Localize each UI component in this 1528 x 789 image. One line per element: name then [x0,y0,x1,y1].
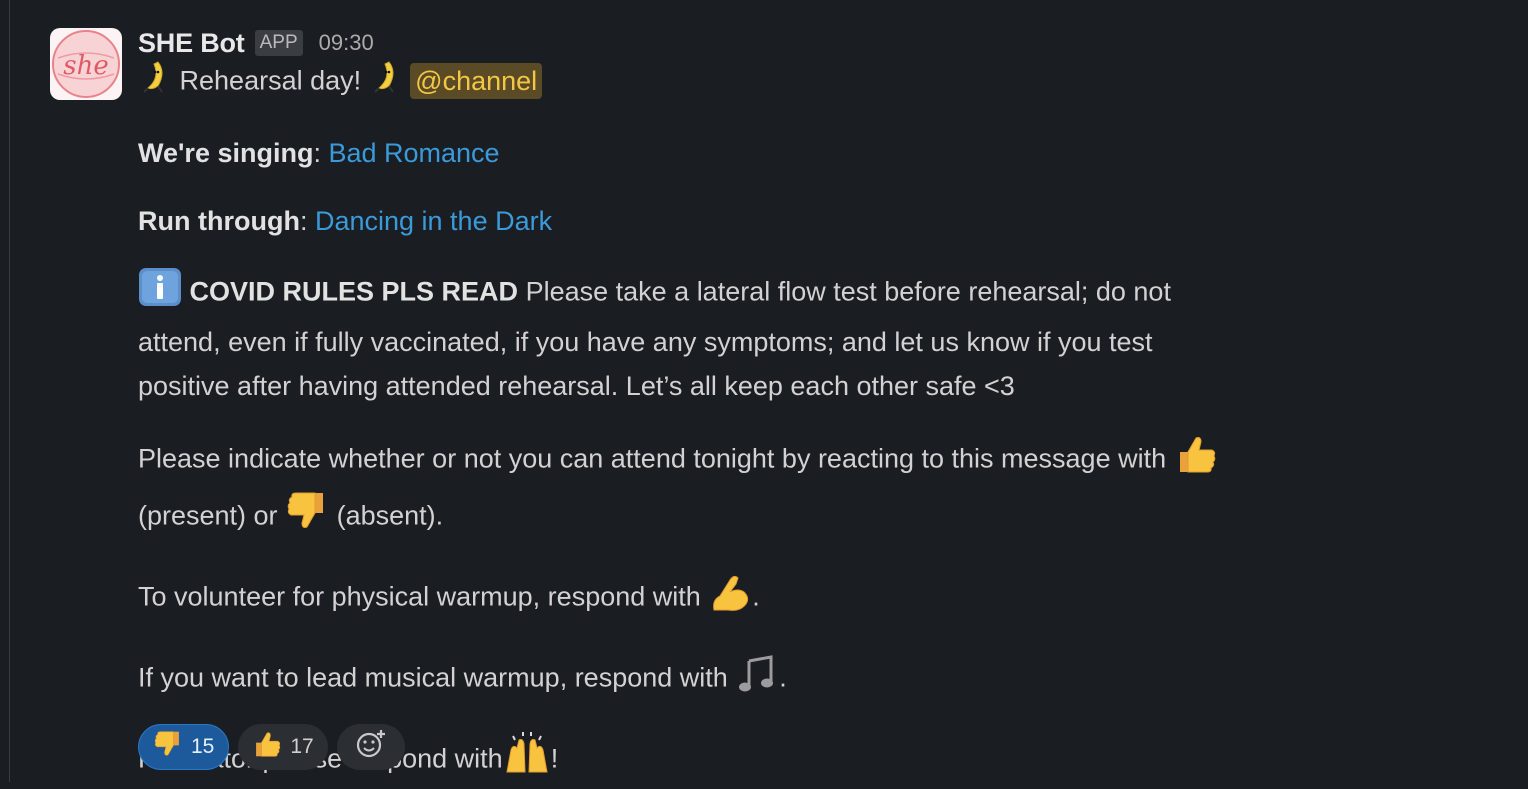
message-body: SHE Bot APP 09:30 Rehearsal day! @channe… [138,28,1348,789]
attend-absent: (absent). [336,500,444,531]
singing-line: We're singing: Bad Romance [138,138,500,168]
svg-text:she: she [63,51,108,81]
timestamp[interactable]: 09:30 [319,30,374,56]
physical-warmup-line: To volunteer for physical warmup, respon… [138,570,1348,627]
attend-line-2: (present) or (absent). [138,489,1348,546]
message: she SHE Bot APP 09:30 Rehearsal day! @ch… [50,28,1528,782]
banana-icon [369,58,403,107]
reactions-bar: 15 17 [138,724,405,770]
singing-song-link[interactable]: Bad Romance [328,138,499,168]
attend-text: Please indicate whether or not you can a… [138,443,1167,474]
title-line: Rehearsal day! @channel [138,58,1348,107]
thumbs-down-icon [153,729,183,765]
runthrough-label: Run through [138,206,300,236]
thumbs-down-icon [285,489,329,546]
add-reaction-icon [355,728,387,766]
channel-mention[interactable]: @channel [410,62,543,99]
avatar[interactable]: she [50,28,122,100]
musical-notes-icon [735,651,779,708]
title-text: Rehearsal day! [179,65,362,96]
thumbs-up-icon [1174,432,1218,489]
attend-present: (present) or [138,500,278,531]
sender-name[interactable]: SHE Bot [138,28,245,59]
information-icon [138,267,182,320]
raising-hands-icon [503,732,551,789]
reaction-count: 17 [290,735,314,758]
singing-label: We're singing [138,138,314,168]
covid-line-1: COVID RULES PLS READ Please take a later… [138,267,1348,320]
covid-line-2: attend, even if fully vaccinated, if you… [138,327,1153,357]
add-reaction-button[interactable] [336,724,405,770]
musical-warmup-text: If you want to lead musical warmup, resp… [138,662,728,693]
covid-block: COVID RULES PLS READ Please take a later… [138,267,1348,408]
covid-text-1: Please take a lateral flow test before r… [525,276,1171,307]
reaction-thumbs-up[interactable]: 17 [238,724,328,770]
app-badge: APP [254,30,303,56]
banana-icon [138,58,172,107]
thumbs-up-icon [252,729,282,765]
covid-heading: COVID RULES PLS READ [189,276,519,307]
message-header: SHE Bot APP 09:30 [138,28,1348,58]
runthrough-line: Run through: Dancing in the Dark [138,206,553,236]
musical-warmup-line: If you want to lead musical warmup, resp… [138,651,1348,708]
she-logo-icon: she [52,30,120,98]
runthrough-song-link[interactable]: Dancing in the Dark [315,206,552,236]
covid-line-3: positive after having attended rehearsal… [138,371,1015,401]
left-divider [9,0,10,782]
physical-warmup-text: To volunteer for physical warmup, respon… [138,581,701,612]
flexed-biceps-icon [708,570,752,627]
attend-line-1: Please indicate whether or not you can a… [138,432,1348,489]
reaction-count: 15 [191,735,215,758]
attend-block: Please indicate whether or not you can a… [138,432,1348,546]
reaction-thumbs-down[interactable]: 15 [138,724,230,770]
